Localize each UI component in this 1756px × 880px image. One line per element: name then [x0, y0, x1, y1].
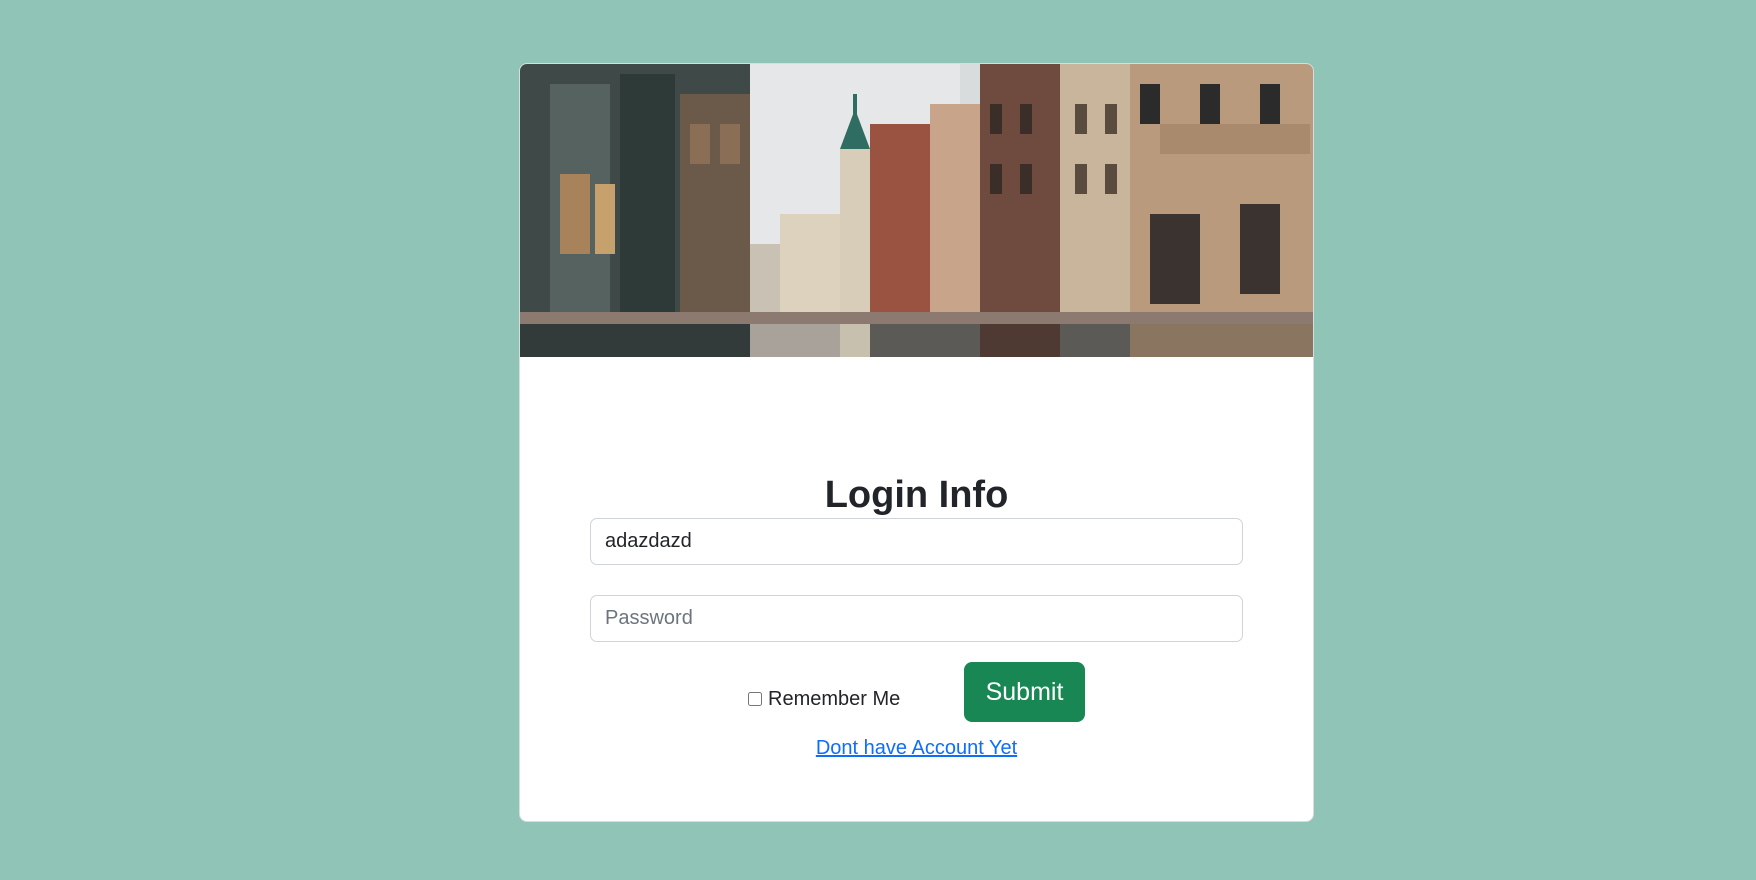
- remember-me[interactable]: Remember Me: [748, 684, 900, 714]
- login-card: Login Info Remember Me Submit Dont have …: [519, 63, 1314, 822]
- page-title: Login Info: [824, 474, 1009, 516]
- remember-me-checkbox[interactable]: [748, 692, 762, 706]
- signup-link[interactable]: Dont have Account Yet: [816, 737, 1017, 759]
- password-input[interactable]: [590, 595, 1243, 642]
- signup-link-container: Dont have Account Yet: [520, 737, 1313, 760]
- hero-image: [520, 64, 1313, 357]
- username-input[interactable]: [590, 518, 1243, 565]
- submit-button[interactable]: Submit: [964, 662, 1085, 722]
- remember-me-label: Remember Me: [768, 687, 901, 710]
